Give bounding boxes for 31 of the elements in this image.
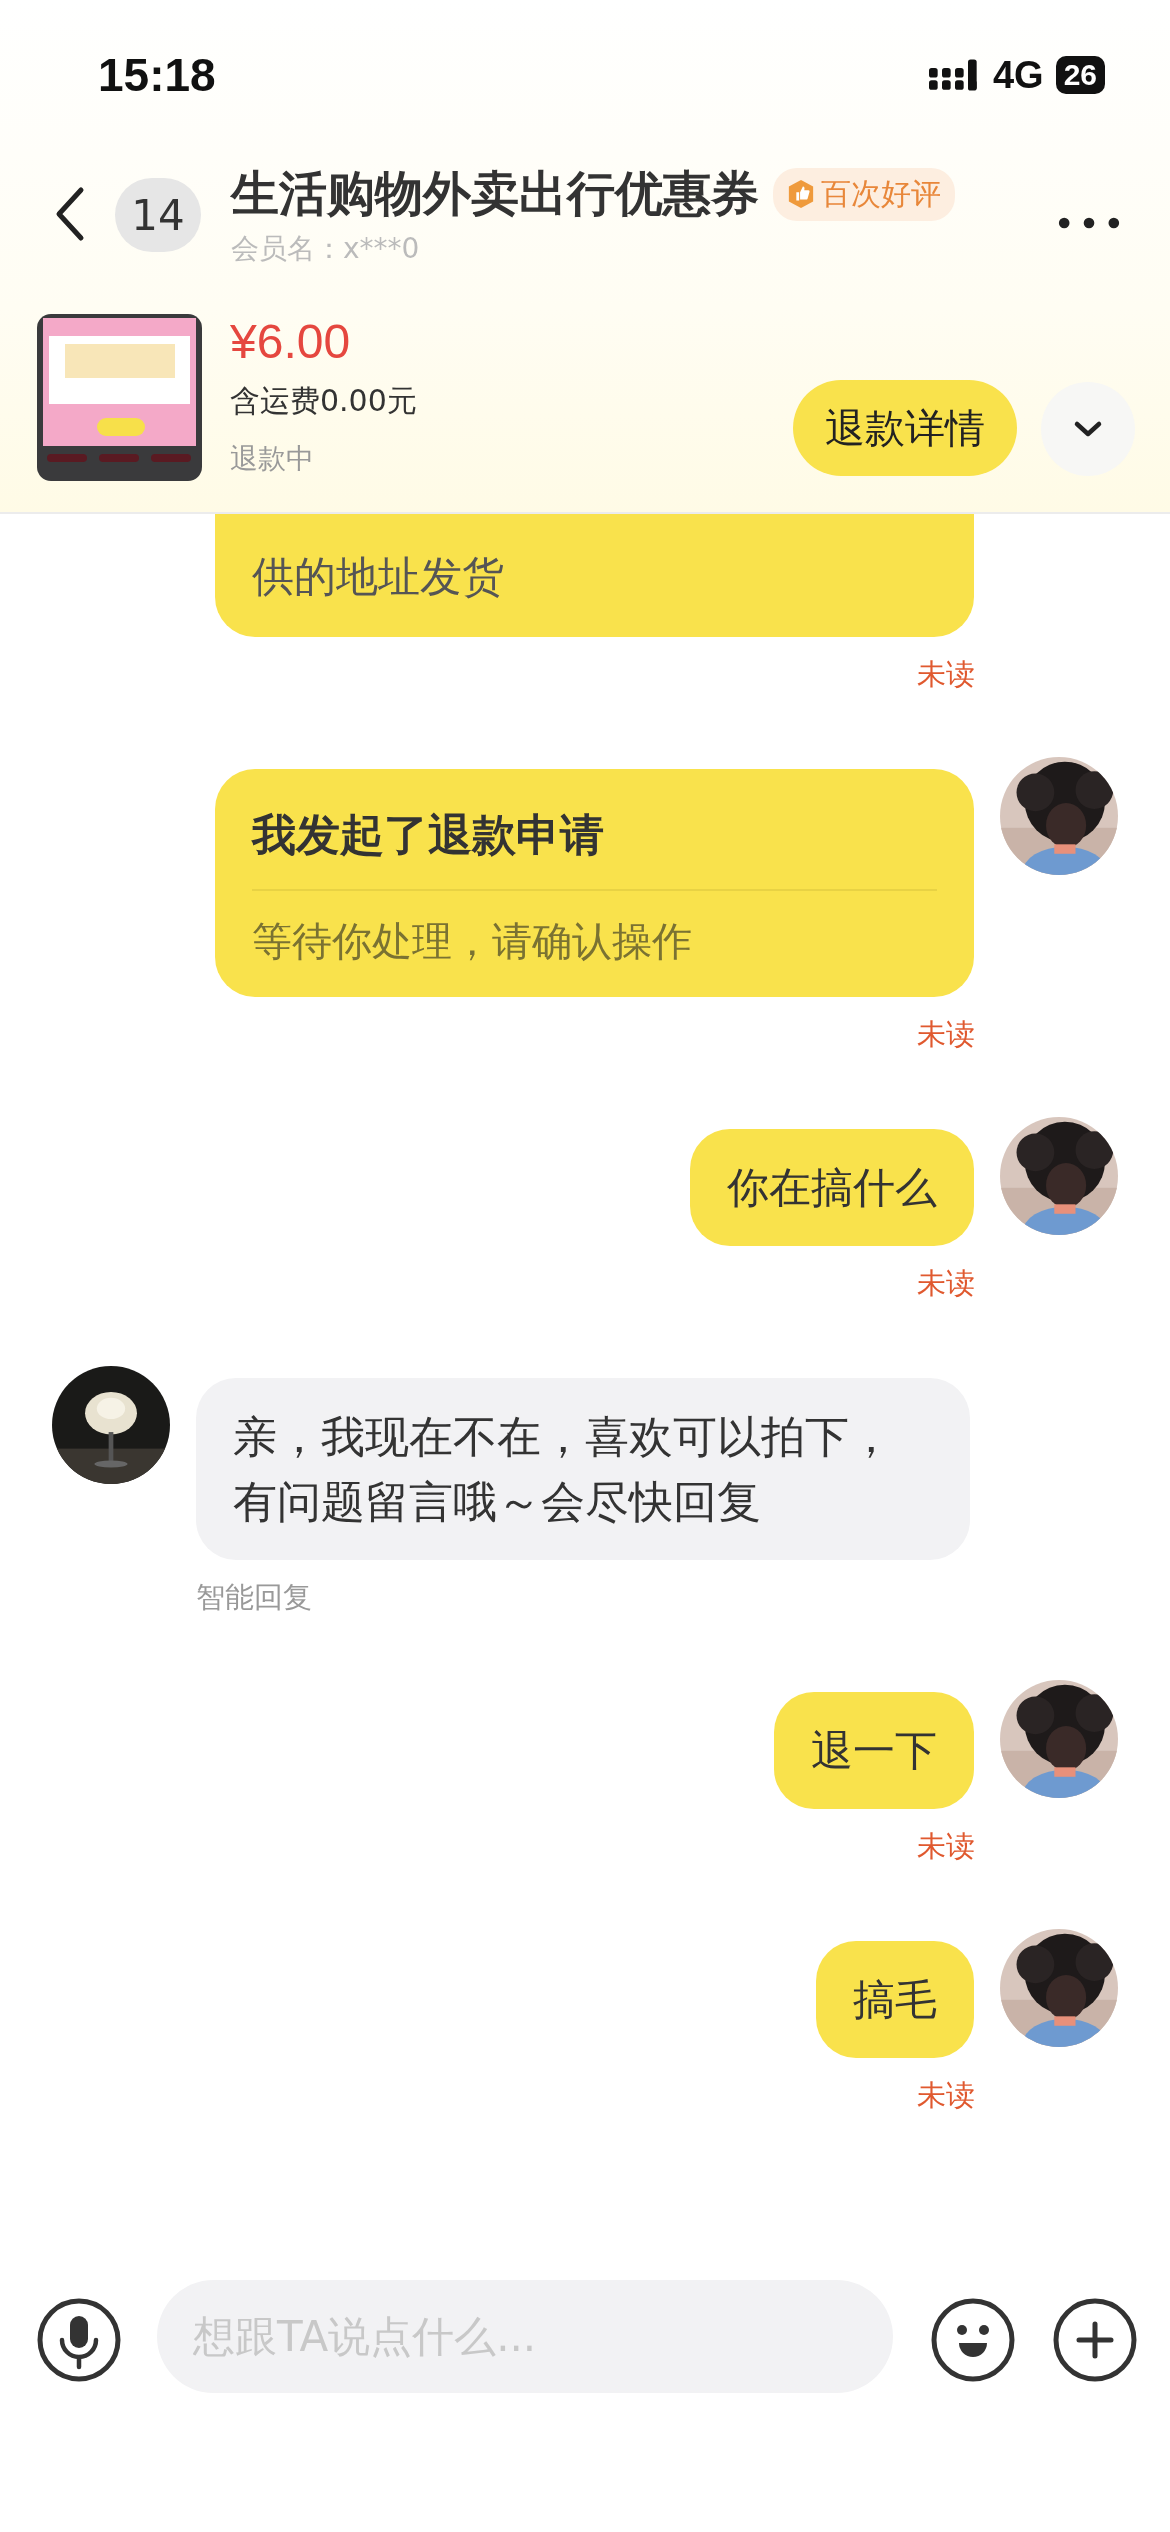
member-name: 会员名：x***0 bbox=[231, 231, 421, 267]
chat-title: 生活购物外卖出行优惠券 bbox=[231, 164, 759, 223]
rating-badge: 百次好评 bbox=[773, 167, 955, 221]
status-time: 15:18 bbox=[98, 48, 216, 102]
shipping-fee: 含运费0.00元 bbox=[230, 382, 418, 420]
emoji-icon[interactable] bbox=[931, 2298, 1015, 2382]
refund-request-card[interactable]: 我发起了退款申请 等待你处理，请确认操作 bbox=[215, 769, 974, 997]
read-status: 未读 bbox=[917, 1265, 975, 1302]
network-label: 4G bbox=[992, 53, 1044, 97]
message-bubble: 退一下 bbox=[774, 1692, 974, 1809]
auto-reply-label: 智能回复 bbox=[196, 1579, 313, 1616]
message-bubble: 供的地址发货 bbox=[215, 514, 974, 637]
unread-count: 14 bbox=[115, 178, 201, 252]
product-price: ¥6.00 bbox=[230, 314, 352, 369]
message-bubble: 亲，我现在不在，喜欢可以拍下，有问题留言哦～会尽快回复 bbox=[196, 1378, 970, 1560]
chevron-down-icon bbox=[1073, 420, 1103, 438]
back-icon[interactable] bbox=[55, 186, 85, 242]
read-status: 未读 bbox=[917, 1828, 975, 1865]
message-bubble: 搞毛 bbox=[816, 1941, 974, 2058]
card-subtitle: 等待你处理，请确认操作 bbox=[252, 917, 693, 966]
refund-status: 退款中 bbox=[230, 441, 315, 477]
more-icon[interactable] bbox=[1058, 216, 1120, 230]
plus-icon[interactable] bbox=[1053, 2298, 1137, 2382]
read-status: 未读 bbox=[917, 1016, 975, 1053]
read-status: 未读 bbox=[917, 656, 975, 693]
battery-level: 26 bbox=[1055, 56, 1105, 94]
message-bubble: 你在搞什么 bbox=[690, 1129, 974, 1246]
card-title: 我发起了退款申请 bbox=[252, 809, 937, 891]
read-status: 未读 bbox=[917, 2077, 975, 2114]
refund-details-button[interactable]: 退款详情 bbox=[793, 380, 1017, 476]
microphone-icon[interactable] bbox=[37, 2298, 121, 2382]
